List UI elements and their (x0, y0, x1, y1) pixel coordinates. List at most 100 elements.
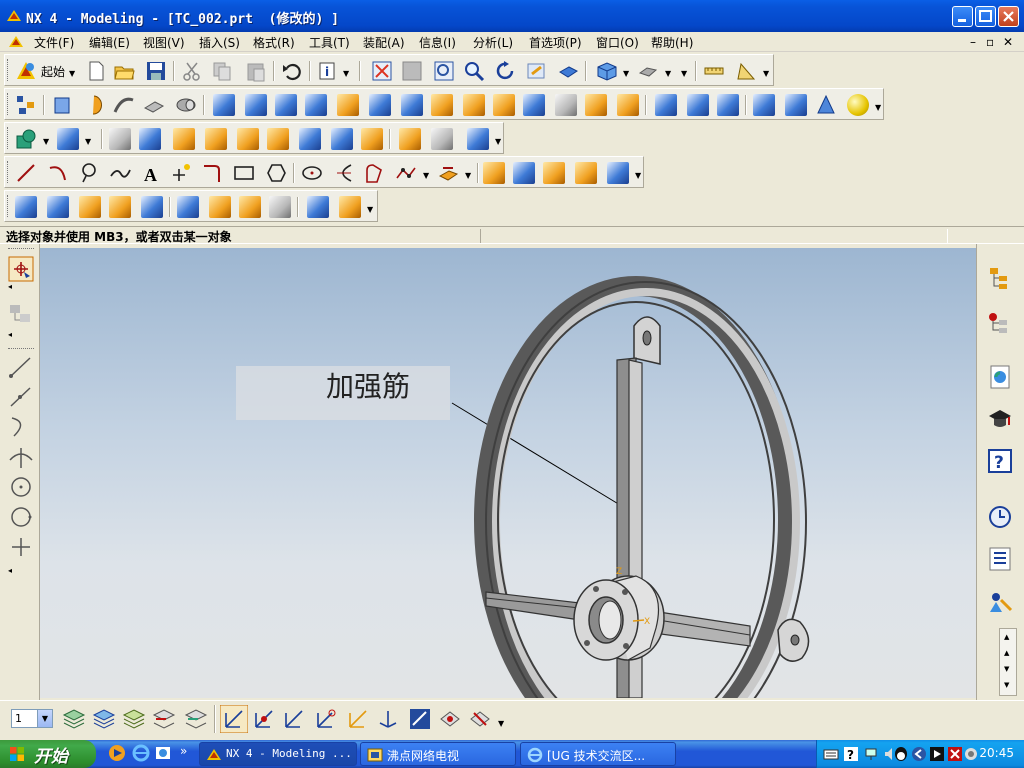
player-tray-icon[interactable] (929, 746, 945, 762)
pan-icon[interactable] (525, 60, 547, 82)
zoom-icon[interactable] (463, 60, 485, 82)
doc-close-button[interactable]: ✕ (1003, 35, 1013, 49)
assembly-filter-icon[interactable] (8, 302, 34, 328)
shell-op-icon[interactable] (299, 128, 321, 150)
measure-dropdown[interactable]: ▼ (763, 69, 769, 78)
copy-icon[interactable] (211, 60, 233, 82)
spline-icon[interactable] (109, 162, 131, 184)
start-menu-label[interactable]: 起始 (41, 63, 65, 80)
offset-surface-icon[interactable] (209, 196, 231, 218)
ie-quicklaunch-icon[interactable] (132, 744, 150, 762)
help-tray-icon[interactable]: ? (843, 746, 859, 762)
chamfer-icon[interactable] (463, 94, 485, 116)
help-icon[interactable]: ? (987, 448, 1013, 474)
scroll-up-icon[interactable]: ▲ (1004, 633, 1009, 641)
box-primitive-icon[interactable] (753, 94, 775, 116)
bounded-plane-icon[interactable] (177, 196, 199, 218)
doc-minimize-button[interactable]: – (970, 35, 976, 49)
menu-file[interactable]: 文件(F) (32, 34, 76, 51)
zoom-frame-icon[interactable] (433, 60, 455, 82)
task-tv[interactable]: 沸点网络电视 (360, 742, 516, 766)
face-blend-icon[interactable] (493, 94, 515, 116)
orient-dropdown[interactable]: ▼ (665, 69, 671, 78)
snap-more[interactable]: ◂ (8, 566, 12, 575)
curve-spline-through-icon[interactable] (395, 162, 417, 184)
clock[interactable]: 20:45 (979, 746, 1014, 760)
system-materials-icon[interactable] (987, 546, 1013, 572)
ellipse-icon[interactable] (301, 162, 323, 184)
title-bar[interactable]: NX 4 - Modeling - [TC_002.prt (修改的) ] (0, 0, 1024, 32)
undo-icon[interactable] (281, 60, 303, 82)
sweep-icon[interactable] (113, 94, 135, 116)
cut-icon[interactable] (181, 60, 203, 82)
keyboard-icon[interactable] (823, 746, 839, 762)
circle-icon[interactable] (79, 162, 101, 184)
patch-icon[interactable] (467, 128, 489, 150)
close-button[interactable] (998, 6, 1019, 27)
mirror-body-icon[interactable] (687, 94, 709, 116)
line-icon[interactable] (15, 162, 37, 184)
menu-window[interactable]: 窗口(O) (594, 34, 641, 51)
project-dropdown[interactable]: ▼ (465, 171, 471, 180)
styled-blend-icon[interactable] (339, 196, 361, 218)
info-dropdown[interactable]: ▼ (343, 69, 349, 78)
shaded-view-icon[interactable] (557, 60, 579, 82)
cylinder-solid-icon[interactable] (175, 94, 197, 116)
toolbar1-more[interactable]: ▼ (681, 69, 687, 78)
draft-icon[interactable] (523, 94, 545, 116)
point-icon[interactable] (171, 162, 193, 184)
fillet-curve-icon[interactable] (201, 162, 223, 184)
bridge-curve-icon[interactable] (483, 162, 505, 184)
through-mesh-icon[interactable] (47, 196, 69, 218)
start-dropdown[interactable]: ▼ (69, 69, 75, 78)
training-icon[interactable] (987, 406, 1013, 432)
extension-icon[interactable] (239, 196, 261, 218)
work-layer-select[interactable]: 1 ▼ (11, 709, 53, 728)
wcs-change-direction-icon[interactable] (346, 707, 370, 731)
measure-angle-icon[interactable] (735, 60, 757, 82)
render-dropdown[interactable]: ▼ (623, 69, 629, 78)
sew-icon[interactable] (431, 128, 453, 150)
chamfer-op-icon[interactable] (237, 128, 259, 150)
curve-dropdown[interactable]: ▼ (423, 171, 429, 180)
visible-in-view-icon[interactable] (92, 707, 116, 731)
select-more[interactable]: ◂ (8, 282, 12, 291)
wcs-dynamic-icon[interactable] (252, 707, 276, 731)
trimmed-sheet-icon[interactable] (269, 196, 291, 218)
qq-icon[interactable] (893, 746, 909, 762)
wcs-save-icon[interactable] (408, 707, 432, 731)
select-filter-icon[interactable] (8, 256, 34, 282)
intersect-icon[interactable] (173, 128, 195, 150)
section-curve-icon[interactable] (513, 162, 535, 184)
rotate-icon[interactable] (495, 60, 517, 82)
scroll-up2-icon[interactable]: ▲ (1004, 649, 1009, 657)
text-icon[interactable]: A (141, 162, 163, 184)
tube-icon[interactable] (143, 94, 165, 116)
through-curves-icon[interactable] (15, 196, 37, 218)
measure-distance-icon[interactable] (703, 60, 725, 82)
edge-blend-icon[interactable] (431, 94, 453, 116)
toolbar3-more[interactable]: ▼ (495, 137, 501, 146)
fit-icon[interactable] (371, 60, 393, 82)
slot-icon[interactable] (369, 94, 391, 116)
sketch-dropdown[interactable]: ▼ (43, 137, 49, 146)
sphere-primitive-icon[interactable] (847, 94, 869, 116)
scroll-down2-icon[interactable]: ▼ (1004, 681, 1009, 689)
menu-tools[interactable]: 工具(T) (307, 34, 352, 51)
part-navigator-side-icon[interactable] (987, 310, 1013, 336)
maximize-button[interactable] (975, 6, 996, 27)
instance-icon[interactable] (655, 94, 677, 116)
quicklaunch-more[interactable]: » (180, 744, 187, 758)
n-sided-surface-icon[interactable] (307, 196, 329, 218)
arc-icon[interactable] (47, 162, 69, 184)
view-orient-icon[interactable] (637, 60, 659, 82)
doc-restore-button[interactable]: ▫ (986, 35, 994, 49)
menu-view[interactable]: 视图(V) (141, 34, 187, 51)
history-clock-icon[interactable] (987, 504, 1013, 530)
roles-icon[interactable] (987, 590, 1013, 616)
wcs-origin-icon[interactable] (220, 705, 248, 733)
unite-icon[interactable] (109, 128, 131, 150)
pad-icon[interactable] (337, 94, 359, 116)
menu-assembly[interactable]: 装配(A) (361, 34, 407, 51)
menu-format[interactable]: 格式(R) (251, 34, 297, 51)
